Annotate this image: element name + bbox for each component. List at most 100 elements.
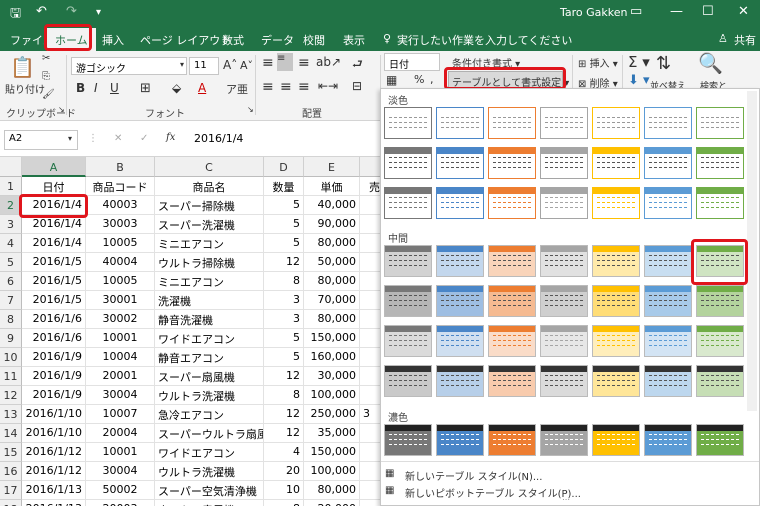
data-cell[interactable] — [360, 215, 380, 234]
data-cell[interactable]: 90,000 — [304, 215, 360, 234]
dark-style-swatch[interactable] — [384, 424, 432, 456]
light-style-swatch[interactable] — [696, 187, 744, 219]
data-cell[interactable]: ウルトラ掃除機 — [155, 253, 264, 272]
medium-style-swatch[interactable] — [384, 285, 432, 317]
data-cell[interactable] — [360, 462, 380, 481]
data-cell[interactable]: スーパー扇風機 — [155, 367, 264, 386]
data-cell[interactable] — [360, 272, 380, 291]
number-format-select[interactable]: 日付 — [384, 53, 440, 71]
row-header[interactable]: 6 — [0, 272, 22, 291]
medium-style-swatch[interactable] — [592, 365, 640, 397]
data-cell[interactable]: 20003 — [86, 500, 155, 506]
data-cell[interactable]: ワイドエアコン — [155, 443, 264, 462]
data-cell[interactable]: 8 — [264, 386, 304, 405]
light-style-swatch[interactable] — [696, 107, 744, 139]
new-table-style-menu-item[interactable]: 新しいテーブル スタイル(N)... — [405, 468, 542, 483]
row-header[interactable]: 7 — [0, 291, 22, 310]
data-cell[interactable] — [360, 500, 380, 506]
column-header-b[interactable]: B — [86, 157, 155, 177]
indent-icon[interactable]: ⇤⇥ — [318, 79, 338, 93]
new-pivot-style-menu-item[interactable]: 新しいピボットテーブル スタイル(P)... — [405, 485, 581, 500]
data-cell[interactable]: ワイドエアコン — [155, 329, 264, 348]
gallery-scrollbar[interactable] — [747, 91, 757, 411]
data-cell[interactable] — [360, 443, 380, 462]
data-cell[interactable]: 50002 — [86, 481, 155, 500]
confirm-entry-icon[interactable]: ✓ — [140, 133, 148, 144]
data-cell[interactable]: 2016/1/9 — [22, 367, 86, 386]
light-style-swatch[interactable] — [540, 187, 588, 219]
close-icon[interactable]: ✕ — [738, 4, 749, 19]
data-cell[interactable]: 80,000 — [304, 310, 360, 329]
row-header[interactable]: 1 — [0, 177, 22, 196]
data-cell[interactable]: 5 — [264, 329, 304, 348]
data-cell[interactable] — [360, 348, 380, 367]
medium-style-swatch[interactable] — [696, 365, 744, 397]
row-header[interactable]: 15 — [0, 443, 22, 462]
decrease-font-icon[interactable]: A˅ — [240, 59, 253, 72]
light-style-swatch[interactable] — [696, 147, 744, 179]
italic-icon[interactable]: I — [94, 81, 98, 95]
medium-style-swatch[interactable] — [436, 365, 484, 397]
row-header[interactable]: 16 — [0, 462, 22, 481]
light-style-swatch[interactable] — [592, 107, 640, 139]
dark-style-swatch[interactable] — [696, 424, 744, 456]
data-cell[interactable] — [360, 234, 380, 253]
insert-cells-button[interactable]: ⊞ 挿入 ▾ — [578, 55, 618, 70]
light-style-swatch[interactable] — [436, 187, 484, 219]
light-style-swatch[interactable] — [436, 147, 484, 179]
fill-icon[interactable]: ⬇ ▾ — [628, 73, 650, 88]
share-button[interactable]: 共有 — [734, 32, 756, 48]
light-style-swatch[interactable] — [540, 107, 588, 139]
maximize-icon[interactable]: ☐ — [702, 4, 714, 19]
find-select-icon[interactable]: 🔍 — [698, 51, 723, 75]
medium-style-swatch[interactable] — [488, 285, 536, 317]
data-cell[interactable]: 急冷エアコン — [155, 405, 264, 424]
row-header[interactable]: 9 — [0, 329, 22, 348]
data-cell[interactable]: 12 — [264, 367, 304, 386]
format-painter-icon[interactable]: 🖌 — [42, 89, 55, 100]
data-cell[interactable]: 3 — [360, 405, 380, 424]
data-cell[interactable]: 30004 — [86, 462, 155, 481]
name-box-dropdown-icon[interactable]: ▾ — [68, 134, 72, 143]
medium-style-swatch[interactable] — [436, 245, 484, 277]
data-cell[interactable]: 2016/1/9 — [22, 348, 86, 367]
light-style-swatch[interactable] — [384, 107, 432, 139]
phonetic-icon[interactable]: ア亜 — [226, 81, 248, 97]
copy-icon[interactable]: ⎘ — [42, 71, 50, 82]
light-style-swatch[interactable] — [436, 107, 484, 139]
data-cell[interactable] — [360, 291, 380, 310]
align-right-icon[interactable]: ≡ — [298, 79, 310, 95]
data-cell[interactable]: 10005 — [86, 234, 155, 253]
paste-icon[interactable]: 📋 — [10, 55, 35, 79]
header-cell[interactable]: 単価 — [304, 177, 360, 196]
ribbon-display-icon[interactable]: ▭ — [630, 4, 642, 19]
data-cell[interactable]: 2016/1/5 — [22, 291, 86, 310]
data-cell[interactable]: 2016/1/13 — [22, 481, 86, 500]
data-cell[interactable]: 10 — [264, 481, 304, 500]
resize-handle-icon[interactable]: ⋯ — [562, 495, 570, 504]
tell-me-input[interactable]: 実行したい作業を入力してください — [397, 32, 572, 48]
medium-style-swatch[interactable] — [644, 325, 692, 357]
row-header[interactable]: 14 — [0, 424, 22, 443]
medium-style-swatch[interactable] — [436, 285, 484, 317]
align-middle-icon[interactable]: ≡ — [277, 53, 293, 71]
data-cell[interactable] — [360, 329, 380, 348]
light-style-swatch[interactable] — [592, 187, 640, 219]
cancel-entry-icon[interactable]: ✕ — [114, 133, 122, 144]
increase-font-icon[interactable]: A˄ — [223, 58, 237, 72]
data-cell[interactable]: ミニエアコン — [155, 272, 264, 291]
dark-style-swatch[interactable] — [540, 424, 588, 456]
light-style-swatch[interactable] — [488, 187, 536, 219]
data-cell[interactable]: 2016/1/10 — [22, 405, 86, 424]
column-header-f[interactable] — [360, 157, 380, 177]
data-cell[interactable]: 2016/1/4 — [22, 234, 86, 253]
data-cell[interactable]: 150,000 — [304, 329, 360, 348]
data-cell[interactable]: 12 — [264, 424, 304, 443]
underline-icon[interactable]: U — [110, 81, 119, 95]
data-cell[interactable]: 150,000 — [304, 443, 360, 462]
medium-style-swatch[interactable] — [696, 285, 744, 317]
cut-icon[interactable]: ✂ — [42, 53, 50, 64]
data-cell[interactable]: ウルトラ洗濯機 — [155, 462, 264, 481]
row-header[interactable]: 17 — [0, 481, 22, 500]
tab-view[interactable]: 表示 — [343, 32, 365, 48]
